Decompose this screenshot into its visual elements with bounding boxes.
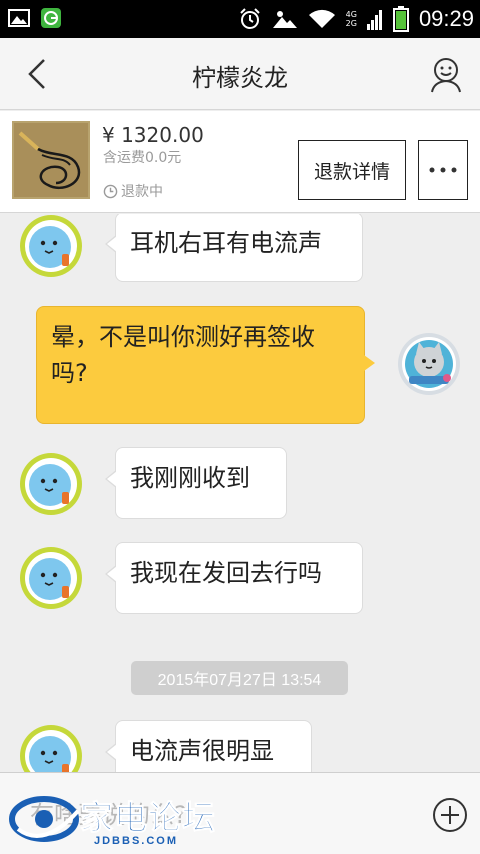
wifi-icon xyxy=(308,9,335,28)
refund-status: 退款中 xyxy=(103,181,163,201)
message-text: 我现在发回去行吗 xyxy=(130,559,322,587)
message-input-bar: 有啥要说的么? 家电论坛 JDBBS.COM xyxy=(0,772,480,854)
refund-status-label: 退款中 xyxy=(121,184,163,200)
chat-area[interactable]: 耳机右耳有电流声 晕，不是叫你测好再签收吗? 我刚刚收到 我现在发回去行吗 20… xyxy=(0,214,480,772)
message-text: 晕，不是叫你测好再签收吗? xyxy=(51,323,315,387)
seller-avatar[interactable] xyxy=(19,724,83,772)
watermark-name: 家电论坛 xyxy=(80,798,216,838)
page-title: 柠檬炎龙 xyxy=(192,64,288,92)
seller-avatar[interactable] xyxy=(19,452,83,516)
profile-button[interactable] xyxy=(426,54,466,94)
message-bubble[interactable]: 我刚刚收到 xyxy=(105,447,287,519)
more-dots-icon xyxy=(429,167,457,173)
refund-details-button[interactable]: 退款详情 xyxy=(298,140,406,200)
gallery-notification-icon xyxy=(8,9,30,27)
message-text: 我刚刚收到 xyxy=(130,464,250,492)
signal-bars-icon xyxy=(366,10,382,30)
alarm-clock-icon xyxy=(239,8,260,29)
plus-circle-icon[interactable] xyxy=(432,797,468,833)
message-text: 电流声很明显 xyxy=(130,737,274,765)
product-thumbnail[interactable] xyxy=(12,121,90,199)
order-price: ¥ 1320.00 xyxy=(102,123,204,147)
watermark-url: JDBBS.COM xyxy=(94,835,179,847)
shipping-fee: 含运费0.0元 xyxy=(103,150,182,166)
chat-header: 柠檬炎龙 xyxy=(0,38,480,110)
weather-mountain-icon xyxy=(272,11,297,28)
seller-avatar[interactable] xyxy=(19,546,83,610)
seller-avatar[interactable] xyxy=(19,214,83,278)
watermark-logo: 家电论坛 JDBBS.COM xyxy=(8,783,268,851)
message-timestamp: 2015年07月27日 13:54 xyxy=(131,661,348,695)
clock-time: 09:29 xyxy=(418,6,474,31)
message-bubble[interactable]: 耳机右耳有电流声 xyxy=(105,214,363,282)
clock-icon xyxy=(103,184,118,198)
battery-icon xyxy=(392,6,409,32)
message-text: 耳机右耳有电流声 xyxy=(130,229,322,257)
own-message-bubble[interactable]: 晕，不是叫你测好再签收吗? xyxy=(36,306,375,424)
message-bubble[interactable]: 电流声很明显 xyxy=(105,720,312,772)
status-bar: 4G 2G 09:29 xyxy=(0,0,480,38)
watermark-swoosh-icon xyxy=(9,796,80,842)
own-avatar[interactable] xyxy=(397,332,461,396)
app-notification-icon xyxy=(41,8,61,28)
message-bubble[interactable]: 我现在发回去行吗 xyxy=(105,542,363,614)
network-type: 4G 2G xyxy=(345,10,357,28)
order-summary: ¥ 1320.00 含运费0.0元 退款中 退款详情 xyxy=(0,111,480,213)
more-button[interactable] xyxy=(418,140,468,200)
